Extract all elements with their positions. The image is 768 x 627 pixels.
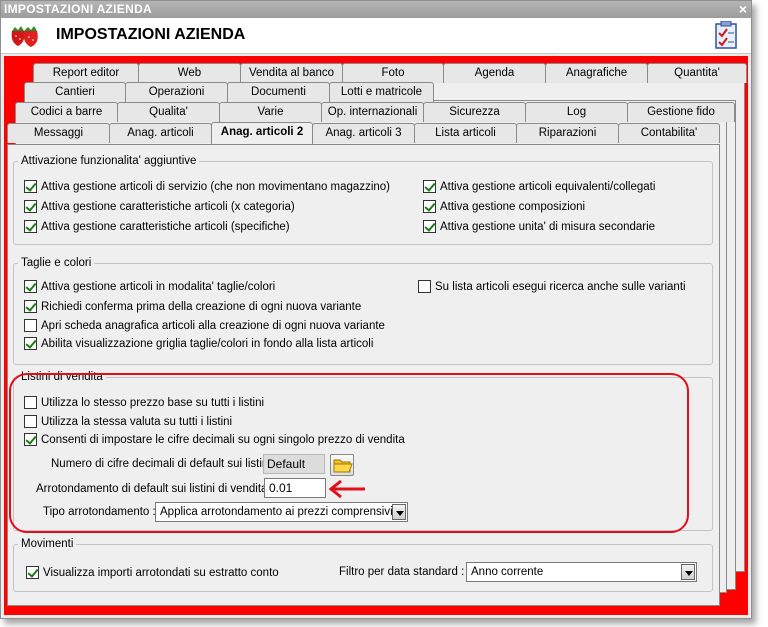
cb-griglia-taglie[interactable]: Abilita visualizzazione griglia taglie/c…	[24, 337, 373, 350]
group-listini-legend: Listini di vendita	[21, 371, 103, 383]
cb-conferma-variante[interactable]: Richiedi conferma prima della creazione …	[24, 300, 361, 313]
checkbox-checked[interactable]	[24, 280, 37, 293]
cb-label: Attiva gestione articoli di servizio (ch…	[41, 180, 390, 193]
checkbox-unchecked[interactable]	[24, 415, 37, 428]
cb-caratteristiche-categoria[interactable]: Attiva gestione caratteristiche articoli…	[24, 200, 295, 213]
cb-composizioni[interactable]: Attiva gestione composizioni	[423, 200, 585, 213]
cb-caratteristiche-specifiche[interactable]: Attiva gestione caratteristiche articoli…	[24, 220, 290, 233]
cb-label: Attiva gestione unita' di misura seconda…	[440, 220, 656, 233]
tab-lista-articoli[interactable]: Lista articoli	[414, 123, 517, 143]
tab-page-anag-articoli-2: Attivazione funzionalita' aggiuntive Att…	[7, 144, 720, 606]
folder-button[interactable]	[330, 454, 354, 476]
arrotondamento-input[interactable]	[264, 478, 326, 498]
cb-label: Consenti di impostare le cifre decimali …	[41, 433, 405, 446]
tab-quantita[interactable]: Quantita'	[647, 63, 747, 83]
window-title: IMPOSTAZIONI AZIENDA	[4, 2, 152, 16]
tipo-arrotondamento-select[interactable]: Applica arrotondamento ai prezzi compren…	[155, 502, 408, 522]
strawberries-icon	[11, 26, 38, 47]
cb-stesso-prezzo[interactable]: Utilizza lo stesso prezzo base su tutti …	[24, 396, 264, 409]
cb-label: Richiedi conferma prima della creazione …	[41, 300, 362, 313]
tab-anagrafiche[interactable]: Anagrafiche	[545, 63, 648, 83]
cb-label: Attiva gestione articoli in modalita' ta…	[41, 280, 276, 293]
checklist-icon[interactable]	[715, 21, 737, 49]
decimali-field: Default	[263, 454, 325, 474]
cb-articoli-servizio[interactable]: Attiva gestione articoli di servizio (ch…	[24, 180, 390, 193]
checkbox-checked[interactable]	[24, 220, 37, 233]
cb-label: Abilita visualizzazione griglia taglie/c…	[41, 337, 374, 350]
tab-operazioni[interactable]: Operazioni	[125, 82, 228, 102]
checkbox-checked[interactable]	[24, 180, 37, 193]
page-title: IMPOSTAZIONI AZIENDA	[56, 26, 246, 43]
checkbox-unchecked[interactable]	[418, 280, 431, 293]
cb-label: Attiva gestione caratteristiche articoli…	[41, 220, 290, 233]
chevron-down-icon[interactable]	[681, 564, 695, 580]
tab-riparazioni[interactable]: Riparazioni	[516, 123, 619, 143]
cb-label: Attiva gestione articoli equivalenti/col…	[440, 180, 656, 193]
cb-importi-arrotondati[interactable]: Visualizza importi arrotondati su estrat…	[26, 566, 279, 579]
cb-label: Attiva gestione composizioni	[440, 200, 586, 213]
cb-unita-misura[interactable]: Attiva gestione unita' di misura seconda…	[423, 220, 655, 233]
tab-codici-a-barre[interactable]: Codici a barre	[15, 102, 118, 122]
checkbox-unchecked[interactable]	[24, 319, 37, 332]
tab-web[interactable]: Web	[138, 63, 241, 83]
filtro-data-value: Anno corrente	[471, 566, 544, 578]
filtro-data-select[interactable]: Anno corrente	[466, 562, 697, 582]
tab-messaggi[interactable]: Messaggi	[7, 123, 110, 143]
cb-label: Apri scheda anagrafica articoli alla cre…	[41, 319, 385, 332]
tab-gestione-fido[interactable]: Gestione fido	[627, 102, 735, 122]
decimali-label: Numero di cifre decimali di default sui …	[51, 458, 278, 470]
tab-agenda[interactable]: Agenda	[443, 63, 546, 83]
tab-contabilita[interactable]: Contabilita'	[618, 123, 720, 143]
tab-vendita-al-banco[interactable]: Vendita al banco	[240, 63, 343, 83]
tipo-arrotondamento-value: Applica arrotondamento ai prezzi compren…	[160, 506, 405, 518]
folder-icon	[333, 459, 353, 473]
checkbox-checked[interactable]	[423, 200, 436, 213]
header-bar: IMPOSTAZIONI AZIENDA	[1, 18, 751, 54]
tab-log[interactable]: Log	[525, 102, 628, 122]
tab-lotti-e-matricole[interactable]: Lotti e matricole	[329, 82, 434, 102]
tab-varie[interactable]: Varie	[219, 102, 322, 122]
checkbox-checked[interactable]	[26, 566, 39, 579]
group-taglie-legend: Taglie e colori	[21, 257, 92, 269]
checkbox-checked[interactable]	[423, 180, 436, 193]
title-bar: IMPOSTAZIONI AZIENDA ×	[1, 1, 751, 18]
cb-label: Attiva gestione caratteristiche articoli…	[41, 200, 295, 213]
cb-cifre-decimali[interactable]: Consenti di impostare le cifre decimali …	[24, 433, 405, 446]
chevron-down-icon[interactable]	[392, 504, 406, 520]
cb-stessa-valuta[interactable]: Utilizza la stessa valuta su tutti i lis…	[24, 415, 232, 428]
close-icon[interactable]: ×	[739, 1, 747, 17]
checkbox-checked[interactable]	[24, 300, 37, 313]
cb-label: Utilizza lo stesso prezzo base su tutti …	[41, 396, 265, 409]
group-movimenti-legend: Movimenti	[21, 538, 74, 550]
tab-foto[interactable]: Foto	[342, 63, 444, 83]
cb-label: Su lista articoli esegui ricerca anche s…	[435, 280, 686, 293]
checkbox-checked[interactable]	[24, 337, 37, 350]
tab-report-editor[interactable]: Report editor	[33, 63, 139, 83]
cb-label: Utilizza la stessa valuta su tutti i lis…	[41, 415, 233, 428]
cb-apri-scheda[interactable]: Apri scheda anagrafica articoli alla cre…	[24, 319, 385, 332]
tipo-arrotondamento-label: Tipo arrotondamento :	[43, 506, 156, 518]
checkbox-unchecked[interactable]	[24, 396, 37, 409]
tab-documenti[interactable]: Documenti	[227, 82, 330, 102]
group-attivazione-legend: Attivazione funzionalita' aggiuntive	[21, 155, 197, 167]
tab-sicurezza[interactable]: Sicurezza	[423, 102, 526, 122]
tab-op-internazionali[interactable]: Op. internazionali	[321, 102, 424, 122]
tab-anag-articoli-2[interactable]: Anag. articoli 2	[211, 122, 313, 144]
annotation-arrow-icon	[328, 479, 365, 499]
arrotondamento-label: Arrotondamento di default sui listini di…	[36, 483, 274, 495]
checkbox-checked[interactable]	[24, 200, 37, 213]
cb-articoli-equivalenti[interactable]: Attiva gestione articoli equivalenti/col…	[423, 180, 655, 193]
cb-ricerca-varianti[interactable]: Su lista articoli esegui ricerca anche s…	[418, 280, 686, 293]
cb-label: Visualizza importi arrotondati su estrat…	[43, 566, 279, 579]
tab-anag-articoli-3[interactable]: Anag. articoli 3	[312, 123, 415, 143]
cb-taglie-colori[interactable]: Attiva gestione articoli in modalita' ta…	[24, 280, 275, 293]
filtro-data-label: Filtro per data standard :	[339, 566, 465, 578]
tab-anag-articoli[interactable]: Anag. articoli	[109, 123, 212, 143]
settings-window: IMPOSTAZIONI AZIENDA × IMPOSTAZIONI AZIE…	[0, 0, 752, 619]
tab-qualita[interactable]: Qualita'	[117, 102, 220, 122]
checkbox-checked[interactable]	[24, 433, 37, 446]
tab-cantieri[interactable]: Cantieri	[24, 82, 126, 102]
checkbox-checked[interactable]	[423, 220, 436, 233]
